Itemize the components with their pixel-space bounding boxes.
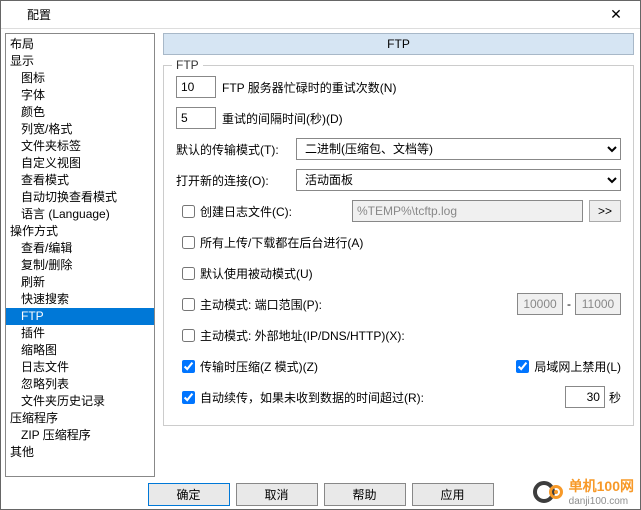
resume-checkbox[interactable] — [182, 391, 195, 404]
background-label: 所有上传/下载都在后台进行(A) — [200, 234, 363, 251]
apply-button[interactable]: 应用 — [412, 483, 494, 506]
tree-item[interactable]: 插件 — [6, 325, 154, 342]
settings-tree[interactable]: 布局显示图标字体颜色列宽/格式文件夹标签自定义视图查看模式自动切换查看模式语言 … — [5, 33, 155, 477]
passive-checkbox[interactable] — [182, 267, 195, 280]
retry-count-input[interactable] — [176, 76, 216, 98]
lan-disable-checkbox[interactable] — [516, 360, 529, 373]
resume-label: 自动续传，如果未收到数据的时间超过(R): — [200, 389, 424, 406]
tree-item[interactable]: 刷新 — [6, 274, 154, 291]
save-disk-icon — [5, 7, 21, 23]
tree-item[interactable]: 操作方式 — [6, 223, 154, 240]
tree-item[interactable]: 显示 — [6, 53, 154, 70]
ftp-group: FTP FTP 服务器忙碌时的重试次数(N) 重试的间隔时间(秒)(D) 默认的… — [163, 65, 634, 426]
active-range-checkbox[interactable] — [182, 298, 195, 311]
log-path-input — [352, 200, 583, 222]
tree-item[interactable]: 日志文件 — [6, 359, 154, 376]
active-ext-checkbox[interactable] — [182, 329, 195, 342]
create-log-label: 创建日志文件(C): — [200, 203, 292, 220]
tree-item[interactable]: 复制/删除 — [6, 257, 154, 274]
background-checkbox[interactable] — [182, 236, 195, 249]
ok-button[interactable]: 确定 — [148, 483, 230, 506]
resume-timeout-input[interactable] — [565, 386, 605, 408]
cancel-button[interactable]: 取消 — [236, 483, 318, 506]
port-separator: - — [563, 297, 575, 311]
tree-item[interactable]: 文件夹标签 — [6, 138, 154, 155]
tree-item[interactable]: 语言 (Language) — [6, 206, 154, 223]
tree-item[interactable]: 列宽/格式 — [6, 121, 154, 138]
compress-checkbox[interactable] — [182, 360, 195, 373]
help-button[interactable]: 帮助 — [324, 483, 406, 506]
tree-item[interactable]: 查看模式 — [6, 172, 154, 189]
tree-item[interactable]: 布局 — [6, 36, 154, 53]
tree-item[interactable]: ZIP 压缩程序 — [6, 427, 154, 444]
transfer-mode-label: 默认的传输模式(T): — [176, 141, 296, 158]
port-to-input — [575, 293, 621, 315]
tree-item[interactable]: 忽略列表 — [6, 376, 154, 393]
passive-label: 默认使用被动模式(U) — [200, 265, 313, 282]
tree-item[interactable]: 文件夹历史记录 — [6, 393, 154, 410]
window-title: 配置 — [27, 6, 596, 23]
resume-unit: 秒 — [609, 389, 621, 406]
port-from-input — [517, 293, 563, 315]
compress-label: 传输时压缩(Z 模式)(Z) — [200, 358, 318, 375]
tree-item[interactable]: 自定义视图 — [6, 155, 154, 172]
active-range-label: 主动模式: 端口范围(P): — [200, 296, 322, 313]
titlebar: 配置 ✕ — [1, 1, 640, 29]
retry-delay-input[interactable] — [176, 107, 216, 129]
tree-item[interactable]: 图标 — [6, 70, 154, 87]
page-title: FTP — [163, 33, 634, 55]
open-new-select[interactable]: 活动面板 — [296, 169, 621, 191]
tree-item[interactable]: 快速搜索 — [6, 291, 154, 308]
tree-item[interactable]: FTP — [6, 308, 154, 325]
tree-item[interactable]: 压缩程序 — [6, 410, 154, 427]
close-button[interactable]: ✕ — [596, 6, 636, 23]
tree-item[interactable]: 其他 — [6, 444, 154, 461]
retry-delay-label: 重试的间隔时间(秒)(D) — [222, 110, 343, 127]
create-log-checkbox[interactable] — [182, 205, 195, 218]
transfer-mode-select[interactable]: 二进制(压缩包、文档等) — [296, 138, 621, 160]
tree-item[interactable]: 颜色 — [6, 104, 154, 121]
active-ext-label: 主动模式: 外部地址(IP/DNS/HTTP)(X): — [200, 327, 405, 344]
dialog-footer: 确定 取消 帮助 应用 — [1, 479, 640, 509]
tree-item[interactable]: 字体 — [6, 87, 154, 104]
tree-item[interactable]: 查看/编辑 — [6, 240, 154, 257]
retry-count-label: FTP 服务器忙碌时的重试次数(N) — [222, 79, 396, 96]
lan-disable-label: 局域网上禁用(L) — [534, 358, 621, 375]
group-title: FTP — [172, 58, 203, 72]
tree-item[interactable]: 自动切换查看模式 — [6, 189, 154, 206]
log-browse-button[interactable]: >> — [589, 200, 621, 222]
open-new-label: 打开新的连接(O): — [176, 172, 296, 189]
tree-item[interactable]: 缩略图 — [6, 342, 154, 359]
